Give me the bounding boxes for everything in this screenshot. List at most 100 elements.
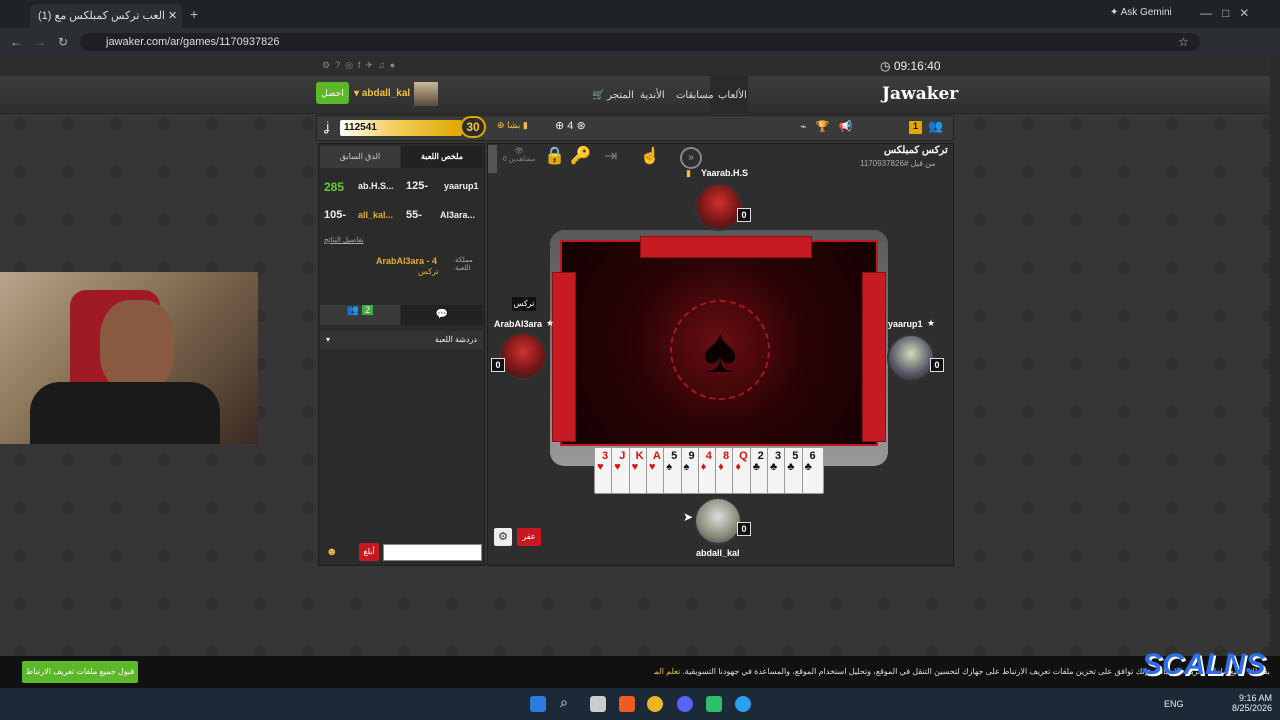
right-player-cards [862,272,886,442]
url-input[interactable]: jawaker.com/ar/games/1170937826 [80,33,1200,51]
send-button[interactable]: أبلغ [359,543,379,561]
tab-previous-hand[interactable]: الدق السابق [320,146,400,168]
notification-badge[interactable]: 1 [909,121,922,134]
cookie-learn-more[interactable]: تعلم المزيد [654,667,680,676]
card-suit-icon: ♥ [631,461,639,473]
currency-icon: ʝ [324,119,330,134]
player-top-avatar[interactable] [695,183,743,231]
exit-icon[interactable]: ⇥ [604,146,617,166]
language-indicator[interactable]: ENG [1164,699,1184,709]
taskbar-date: 8/25/2026 [1232,703,1273,713]
user-avatar[interactable] [414,82,438,106]
social-strip [0,56,1270,76]
page-scrollbar[interactable] [1270,56,1280,656]
player-right-name: yaarup1 [888,319,923,329]
card-suit-icon: ♣ [770,461,778,473]
score-value: 55- [406,209,422,221]
card-suit-icon: ♠ [666,461,673,473]
social-icons[interactable]: ⚙ ? ◎ f ✈ ♫ ● [322,60,395,71]
forward-icon[interactable]: → [34,35,46,49]
player-right-avatar[interactable] [887,334,935,382]
streamer-watermark: SCALNS [1142,648,1266,681]
card-suit-icon: ♥ [614,461,621,473]
bookmark-star-icon[interactable]: ☆ [1178,35,1189,49]
card-suit-icon: ♦ [700,461,707,473]
navbar [0,76,1270,114]
pass-button[interactable]: عفر [517,528,541,546]
emoji-icon[interactable]: ☻ [326,546,338,558]
score-value: 285 [324,180,345,194]
app-icon[interactable] [706,696,722,712]
score-player: yaarup1 [444,181,479,191]
card-suit-icon: ♥ [648,461,656,473]
accept-cookies-button[interactable]: قبول جميع ملفات تعريف الارتباط [22,661,138,683]
game-time-ago: من قبل [910,159,936,168]
system-clock[interactable]: 9:16 AM 8/25/2026 [1232,693,1272,713]
tokens-counter[interactable]: ⊕ 4 ⊛ [555,119,586,132]
window-controls[interactable]: — □ ✕ [1200,6,1249,20]
chrome-icon[interactable] [647,696,663,712]
fast-forward-icon[interactable]: » [680,147,702,169]
nav-competitions[interactable]: مسابقات [676,90,714,101]
chat-header[interactable]: ▾ دردشة اللعبة [320,331,483,349]
user-menu[interactable]: ▾ abdall_kal [354,88,410,99]
username: abdall_kal [361,88,411,99]
friends-tab[interactable]: 👥 2 [320,305,400,325]
nav-clubs[interactable]: الأندية [640,90,665,101]
card-suit-icon: ♦ [735,461,742,473]
toolbar-icons[interactable]: ⌁ 🏆 📢 [800,120,852,133]
spade-emblem-icon: ♠ [670,300,770,400]
ask-gemini-button[interactable]: ✦ Ask Gemini [1110,7,1172,18]
coins-button[interactable]: ⊕ بشا ▮ [497,120,528,131]
tab-title: (1) العب تركس كمبلكس مع [38,10,165,22]
app2-icon[interactable] [735,696,751,712]
back-icon[interactable]: ← [10,35,22,49]
chevron-down-icon: ▾ [326,335,331,344]
player-left-name: ArabAl3ara [494,319,543,329]
discord-icon[interactable] [677,696,693,712]
settings-gear-icon[interactable]: ⚙ [494,528,512,546]
kingdom-label: مملكة اللعبة [455,257,473,272]
spectators: 👁 0 مشاهدين [502,148,536,163]
xp-bar: 112541 [340,120,462,136]
friends-icon[interactable]: 👥 [928,119,943,133]
taskview-icon[interactable] [590,696,606,712]
player-left-score: 0 [491,358,505,372]
player-top-name: Yaarab.H.S [701,168,749,178]
new-tab-button[interactable]: + [190,6,198,22]
start-icon[interactable] [530,696,546,712]
chat-input[interactable] [383,544,482,561]
player-bottom-avatar[interactable] [694,497,742,545]
score-player: ab.H.S... [358,181,394,191]
mouse-cursor-icon: ➤ [683,510,694,524]
score-details-link[interactable]: تفاصيل النتائج [324,236,364,244]
chat-tab[interactable]: 💬 [401,305,483,325]
key-icon[interactable]: 🔑 [570,146,591,166]
nav-games[interactable]: الألعاب [718,90,747,101]
clock-text: 09:16:40 [893,59,941,73]
kingdom-value: ArabAl3ara - 4 [376,256,438,266]
card-suit-icon: ♣ [787,461,795,473]
tokens-count: 4 [567,120,574,132]
game-id-line: من قبل #1170937826 [860,159,936,168]
hand-icon[interactable]: ☝ [640,146,660,166]
browser-tab[interactable]: (1) العب تركس كمبلكس مع ✕ [30,4,182,28]
friends-count: 2 [362,305,374,315]
get-button[interactable]: احصل [316,82,349,104]
chat-header-label: دردشة اللعبة [434,335,477,344]
search-icon[interactable]: ⌕ [560,694,568,711]
nav-store[interactable]: 🛒 المتجر [592,90,634,101]
score-player: Al3ara... [440,210,476,220]
lock-icon[interactable]: 🔒 [544,146,565,166]
xp-value: 112541 [344,122,377,133]
top-player-cards [640,236,812,258]
reload-icon[interactable]: ↻ [58,35,68,49]
card-suit-icon: ♣ [752,461,760,473]
tab-game-summary[interactable]: ملخص اللعبة [401,146,483,168]
jawaker-logo[interactable]: Jawaker [882,84,958,104]
side-scroll[interactable] [488,145,497,173]
brave-icon[interactable] [619,696,635,712]
player-left-avatar[interactable] [499,332,547,380]
level-badge: 30 [460,116,486,138]
card-suit-icon: ♣ [804,461,812,473]
